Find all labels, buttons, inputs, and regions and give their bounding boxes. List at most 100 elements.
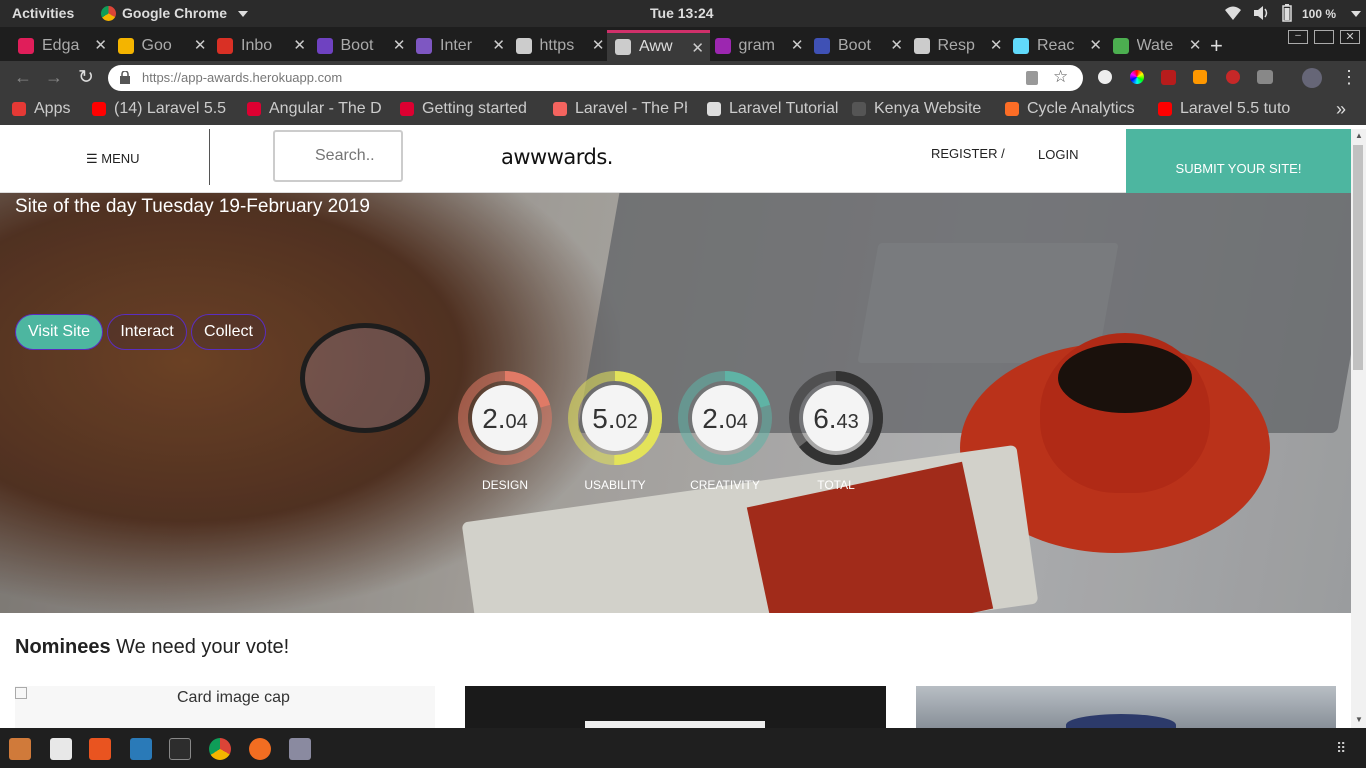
bookmark-label: Apps xyxy=(34,100,71,117)
ublock-icon[interactable] xyxy=(1161,70,1176,85)
bookmarks-overflow-button[interactable]: » xyxy=(1336,99,1346,120)
nominees-subtitle: We need your vote! xyxy=(116,636,290,658)
new-tab-button[interactable]: + xyxy=(1210,33,1223,59)
tab-11[interactable]: Wate ✕ xyxy=(1105,30,1208,61)
clock[interactable]: Tue 13:24 xyxy=(650,5,714,21)
bookmark-label: Laravel Tutorial xyxy=(729,100,839,117)
close-window-button[interactable]: ✕ xyxy=(1340,30,1360,44)
score-usability: 5. 02 USABILITY xyxy=(560,363,670,492)
bookmark-item[interactable]: (14) Laravel 5.5 xyxy=(92,100,226,118)
tab-close-icon[interactable]: ✕ xyxy=(293,36,306,54)
tab-close-icon[interactable]: ✕ xyxy=(791,36,804,54)
key-extension-icon[interactable] xyxy=(1193,70,1207,84)
app-icon[interactable] xyxy=(289,738,311,760)
forward-icon[interactable]: → xyxy=(45,67,63,88)
tab-0[interactable]: Edga ✕ xyxy=(10,30,113,61)
battery-icon[interactable] xyxy=(1282,4,1292,22)
tab-close-icon[interactable]: ✕ xyxy=(94,36,107,54)
bookmark-item[interactable]: Laravel 5.5 tuto xyxy=(1158,100,1290,118)
scroll-up-icon[interactable]: ▲ xyxy=(1355,131,1363,140)
text-editor-icon[interactable] xyxy=(50,738,72,760)
reload-icon[interactable]: ↻ xyxy=(78,66,94,89)
back-icon[interactable]: ← xyxy=(14,67,32,88)
tab-1[interactable]: Goo ✕ xyxy=(110,30,213,61)
page-scrollbar[interactable]: ▲ ▼ xyxy=(1351,129,1366,728)
scroll-down-icon[interactable]: ▼ xyxy=(1355,715,1363,724)
nominee-card-1[interactable]: Card image cap xyxy=(15,686,435,728)
bookmark-item[interactable]: Cycle Analytics xyxy=(1005,100,1135,118)
show-apps-icon[interactable]: ⠿ xyxy=(1336,740,1346,757)
url-text[interactable]: https://app-awards.herokuapp.com xyxy=(142,70,342,85)
login-link[interactable]: LOGIN xyxy=(1038,147,1078,162)
chrome-menu-icon[interactable]: ⋮ xyxy=(1340,67,1358,88)
collect-button[interactable]: Collect xyxy=(191,314,266,350)
software-center-icon[interactable] xyxy=(89,738,111,760)
menu-button[interactable]: ☰ MENU xyxy=(86,151,140,167)
bookmark-favicon-icon xyxy=(1158,102,1172,116)
bookmark-star-icon[interactable]: ☆ xyxy=(1053,67,1068,87)
bookmark-item[interactable]: Getting started xyxy=(400,100,527,118)
submit-site-button[interactable]: SUBMIT YOUR SITE! xyxy=(1126,129,1351,193)
tab-7[interactable]: gram ✕ xyxy=(707,30,810,61)
files-icon[interactable] xyxy=(9,738,31,760)
register-link[interactable]: REGISTER / xyxy=(931,146,1005,161)
color-picker-extension-icon[interactable] xyxy=(1130,70,1144,84)
score-integer: 2. xyxy=(482,403,506,434)
minimize-button[interactable]: – xyxy=(1288,30,1308,44)
activities-button[interactable]: Activities xyxy=(12,5,74,21)
tab-close-icon[interactable]: ✕ xyxy=(492,36,505,54)
site-shield-icon[interactable] xyxy=(1026,71,1038,85)
site-logo[interactable]: awwwards. xyxy=(501,145,613,169)
nominee-card-2[interactable] xyxy=(465,686,886,728)
tab-label: Goo xyxy=(141,36,172,54)
bookmark-item[interactable]: Kenya Website D xyxy=(852,100,986,118)
web-page: ☰ MENU awwwards. REGISTER / LOGIN SUBMIT… xyxy=(0,129,1351,728)
udemy-extension-icon[interactable] xyxy=(1226,70,1240,84)
volume-icon[interactable] xyxy=(1252,5,1270,21)
tab-close-icon[interactable]: ✕ xyxy=(1189,36,1202,54)
tab-6[interactable]: Aww ✕ xyxy=(607,30,710,61)
interact-button[interactable]: Interact xyxy=(107,314,187,350)
puzzle-extension-icon[interactable] xyxy=(1257,70,1273,84)
chrome-dock-icon[interactable] xyxy=(209,738,231,760)
tab-9[interactable]: Resp ✕ xyxy=(906,30,1009,61)
bookmark-item[interactable]: Apps xyxy=(12,100,70,118)
tab-close-icon[interactable]: ✕ xyxy=(592,36,605,54)
tab-close-icon[interactable]: ✕ xyxy=(194,36,207,54)
tab-3[interactable]: Boot ✕ xyxy=(309,30,412,61)
tab-2[interactable]: Inbo ✕ xyxy=(209,30,312,61)
bookmark-item[interactable]: Angular - The D xyxy=(247,100,381,118)
wifi-icon[interactable] xyxy=(1224,5,1242,21)
bookmark-item[interactable]: Laravel - The Ph xyxy=(553,100,687,118)
maximize-button[interactable] xyxy=(1314,30,1334,44)
search-input[interactable] xyxy=(273,130,403,182)
scrollbar-thumb[interactable] xyxy=(1353,145,1363,370)
tab-10[interactable]: Reac ✕ xyxy=(1005,30,1108,61)
vscode-icon[interactable] xyxy=(130,738,152,760)
postman-icon[interactable] xyxy=(249,738,271,760)
broken-image-icon xyxy=(15,687,27,699)
tab-5[interactable]: https ✕ xyxy=(508,30,611,61)
tab-close-icon[interactable]: ✕ xyxy=(990,36,1003,54)
app-menu[interactable]: Google Chrome xyxy=(122,5,227,21)
tab-label: Wate xyxy=(1136,36,1174,54)
tab-close-icon[interactable]: ✕ xyxy=(1089,36,1102,54)
system-menu-chevron-icon[interactable] xyxy=(1351,11,1361,17)
address-bar[interactable]: https://app-awards.herokuapp.com ☆ xyxy=(108,65,1083,91)
bookmarks-bar: Apps (14) Laravel 5.5 Angular - The D Getti… xyxy=(0,95,1366,125)
bookmark-item[interactable]: Laravel Tutorial xyxy=(707,100,838,118)
nominees-heading: Nominees We need your vote! xyxy=(15,636,289,659)
visit-site-button[interactable]: Visit Site xyxy=(15,314,103,350)
nominee-card-3[interactable] xyxy=(916,686,1336,728)
tab-4[interactable]: Inter ✕ xyxy=(408,30,511,61)
tab-label: Reac xyxy=(1037,36,1075,54)
tab-close-icon[interactable]: ✕ xyxy=(691,39,704,57)
tab-8[interactable]: Boot ✕ xyxy=(806,30,909,61)
tab-close-icon[interactable]: ✕ xyxy=(890,36,903,54)
tab-close-icon[interactable]: ✕ xyxy=(393,36,406,54)
terminal-icon[interactable] xyxy=(169,738,191,760)
extension-icon[interactable] xyxy=(1098,70,1112,84)
profile-avatar[interactable] xyxy=(1302,68,1322,88)
site-navbar: ☰ MENU awwwards. REGISTER / LOGIN SUBMIT… xyxy=(0,129,1351,193)
score-decimal: 04 xyxy=(725,411,748,433)
